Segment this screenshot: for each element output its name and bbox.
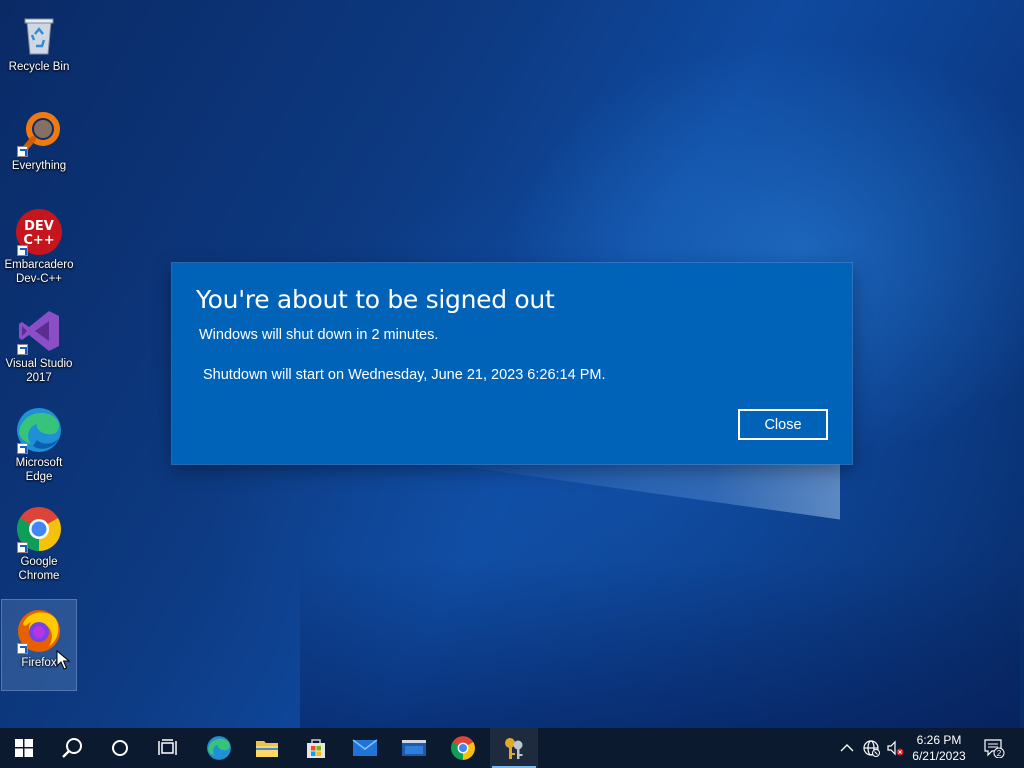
desktop-icon-recycle-bin[interactable]: Recycle Bin	[2, 4, 76, 94]
taskbar: 6:26 PM 6/21/2023 2	[0, 728, 1024, 768]
mouse-cursor-icon	[56, 650, 70, 670]
cortana-button[interactable]	[96, 728, 144, 768]
desktop-icon-edge[interactable]: Microsoft Edge	[2, 400, 76, 490]
network-button[interactable]	[861, 738, 881, 758]
action-center-button[interactable]: 2	[982, 738, 1006, 758]
clock-date: 6/21/2023	[912, 749, 966, 763]
keys-app-icon	[505, 738, 523, 759]
dialog-message: Windows will shut down in 2 minutes.	[199, 327, 439, 343]
taskbar-edge[interactable]	[195, 728, 243, 768]
volume-muted-icon	[887, 740, 904, 756]
network-globe-icon	[863, 740, 880, 757]
chevron-up-icon	[840, 744, 854, 752]
show-hidden-icons-button[interactable]	[837, 738, 857, 758]
shortcut-arrow-icon	[17, 643, 28, 654]
folder-icon	[256, 741, 278, 757]
mail-icon	[352, 739, 378, 756]
notification-count: 2	[997, 749, 1002, 758]
edge-icon	[15, 406, 63, 454]
svg-text:DEV: DEV	[24, 219, 54, 234]
desktop: Recycle Bin Everything DEV C++ Embarcade…	[0, 0, 1024, 728]
desktop-icon-everything[interactable]: Everything	[2, 103, 76, 193]
taskbar-mail[interactable]	[341, 728, 389, 768]
shortcut-arrow-icon	[17, 245, 28, 256]
taskbar-file-explorer[interactable]	[243, 728, 291, 768]
desktop-icon-dev-cpp[interactable]: DEV C++ Embarcadero Dev-C++	[2, 202, 76, 292]
cortana-circle-icon	[112, 740, 128, 756]
film-icon	[402, 740, 426, 756]
svg-text:C++: C++	[23, 233, 54, 248]
signout-dialog: You're about to be signed out Windows wi…	[172, 263, 852, 464]
store-bag-icon	[307, 739, 325, 758]
desktop-icon-label: Recycle Bin	[8, 61, 70, 73]
dialog-title: You're about to be signed out	[196, 285, 555, 314]
shortcut-arrow-icon	[17, 443, 28, 454]
desktop-icon-label: Embarcadero Dev-C++	[4, 259, 74, 285]
clock-time: 6:26 PM	[916, 733, 962, 747]
windows-logo-icon	[15, 739, 33, 757]
desktop-icon-firefox[interactable]: Firefox	[1, 599, 77, 691]
close-button[interactable]: Close	[738, 409, 828, 440]
shortcut-arrow-icon	[17, 146, 28, 157]
start-button[interactable]	[0, 728, 48, 768]
desktop-icon-label: Visual Studio 2017	[5, 358, 73, 384]
chrome-icon	[15, 505, 63, 553]
search-icon	[62, 738, 82, 758]
notification-icon: 2	[984, 739, 1005, 758]
dialog-shutdown-time: Shutdown will start on Wednesday, June 2…	[203, 367, 606, 383]
dev-cpp-icon: DEV C++	[15, 208, 63, 256]
visual-studio-icon	[15, 307, 63, 355]
desktop-icon-label: Everything	[11, 160, 67, 172]
desktop-icon-visual-studio[interactable]: Visual Studio 2017	[2, 301, 76, 391]
task-view-icon	[158, 739, 177, 755]
taskbar-store[interactable]	[292, 728, 340, 768]
task-view-button[interactable]	[144, 728, 192, 768]
desktop-icon-label: Google Chrome	[18, 556, 60, 582]
desktop-icon-label: Microsoft Edge	[15, 457, 63, 483]
taskbar-clock[interactable]: 6:26 PM 6/21/2023	[906, 732, 972, 764]
recycle-bin-icon	[15, 10, 63, 58]
chrome-icon	[451, 736, 475, 760]
everything-search-icon	[15, 109, 63, 157]
search-button[interactable]	[48, 728, 96, 768]
volume-button[interactable]	[885, 738, 905, 758]
shortcut-arrow-icon	[17, 344, 28, 355]
taskbar-movies[interactable]	[390, 728, 438, 768]
firefox-icon	[15, 606, 63, 654]
edge-icon	[207, 736, 231, 760]
wallpaper-shade	[300, 560, 1020, 728]
desktop-icon-chrome[interactable]: Google Chrome	[2, 499, 76, 589]
taskbar-chrome[interactable]	[439, 728, 487, 768]
shortcut-arrow-icon	[17, 542, 28, 553]
taskbar-active-app[interactable]	[490, 728, 538, 768]
